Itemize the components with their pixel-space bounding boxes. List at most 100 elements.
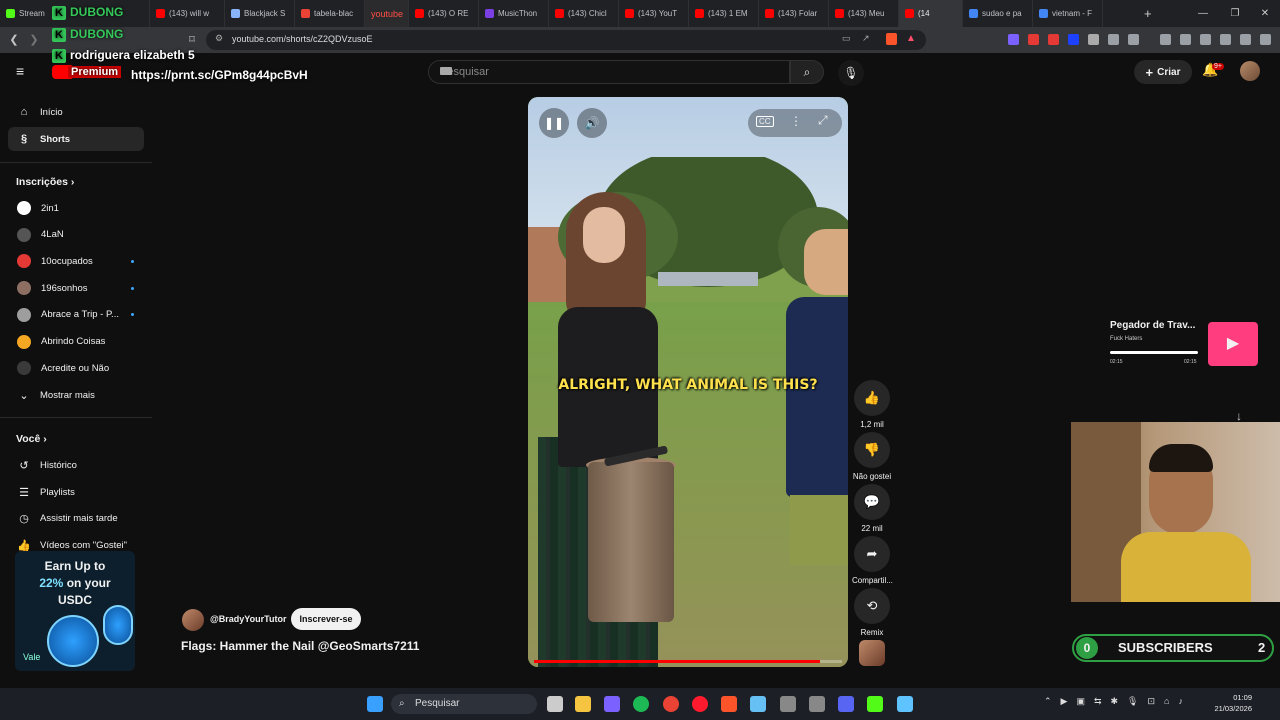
sidebar-icon[interactable] <box>1180 34 1191 45</box>
sidebar-item-channel[interactable]: Acredite ou Não <box>8 356 144 380</box>
browser-tab[interactable]: (14 <box>899 0 963 27</box>
dislike-icon[interactable]: 👎 <box>854 432 890 468</box>
sidebar-item-channel[interactable]: 4LaN <box>8 223 144 247</box>
browser-tab[interactable]: (143) Folar <box>759 0 829 27</box>
wallet-icon[interactable] <box>1200 34 1211 45</box>
subscribe-button[interactable]: Inscrever-se <box>291 608 361 630</box>
sidebar-item-channel[interactable]: 2in1 <box>8 196 144 220</box>
chrome-icon[interactable] <box>663 696 679 712</box>
you-header[interactable]: Você › <box>16 433 47 445</box>
avatar[interactable] <box>1240 61 1260 81</box>
brave-vpn-icon[interactable] <box>1240 34 1251 45</box>
spotify-icon[interactable] <box>633 696 649 712</box>
new-tab-button[interactable]: + <box>1144 6 1152 21</box>
dislike-action[interactable]: 👎 Não gostei <box>852 432 892 481</box>
brave-icon[interactable] <box>721 696 737 712</box>
browser-tab[interactable]: (143) 1 EM <box>689 0 759 27</box>
share-action[interactable]: ➦ Compartil... <box>852 536 893 585</box>
extensions-puzzle-icon[interactable] <box>1108 34 1119 45</box>
video-progress-bar[interactable] <box>534 660 842 663</box>
sidebar-item-watch-later[interactable]: ◷ Assistir mais tarde <box>8 506 144 530</box>
task-view-icon[interactable] <box>547 696 563 712</box>
browser-tab[interactable]: sudao e pa <box>963 0 1033 27</box>
channel-name[interactable]: @BradyYourTutor <box>210 614 286 624</box>
pause-button[interactable]: ❚❚ <box>539 108 569 138</box>
remix-action[interactable]: ⟲ Remix <box>852 588 892 637</box>
extension-icon[interactable] <box>1048 34 1059 45</box>
subscriptions-header[interactable]: Inscrições › <box>16 176 74 188</box>
app-icon[interactable] <box>604 696 620 712</box>
sidebar-item-playlists[interactable]: ☰ Playlists <box>8 480 144 504</box>
kick-app-icon[interactable] <box>867 696 883 712</box>
channel-avatar[interactable] <box>182 609 204 631</box>
taskbar-clock[interactable]: 01:09 21/03/2026 <box>1200 692 1252 714</box>
share-icon[interactable]: ↗ <box>862 33 870 44</box>
extension-icon[interactable] <box>1068 34 1079 45</box>
volume-button[interactable]: 🔊 <box>577 108 607 138</box>
brave-shield-icon[interactable] <box>886 33 897 45</box>
browser-tab[interactable]: (143) Meu <box>829 0 899 27</box>
channel-avatar <box>17 281 31 296</box>
sound-avatar[interactable] <box>859 640 885 666</box>
windows-start-icon[interactable] <box>367 696 383 712</box>
music-icon[interactable] <box>1160 34 1171 45</box>
extension-icon[interactable] <box>1220 34 1231 45</box>
sidebar-item-shorts[interactable]: § Shorts <box>8 127 144 151</box>
tab-label: youtube <box>371 8 404 19</box>
browser-tab[interactable]: (143) Chicl <box>549 0 619 27</box>
extension-icon[interactable] <box>1028 34 1039 45</box>
search-button[interactable]: ⌕ <box>790 60 824 84</box>
minimize-button[interactable]: — <box>1186 0 1220 27</box>
tab-label: (143) 1 EM <box>708 9 748 18</box>
sidebar-item-channel[interactable]: Abrace a Trip - P... <box>8 303 144 327</box>
extension-icon[interactable] <box>1128 34 1139 45</box>
menu-icon[interactable] <box>1260 34 1271 45</box>
extension-icon[interactable] <box>1008 34 1019 45</box>
more-options-icon[interactable]: ⋮ <box>790 114 802 128</box>
like-action[interactable]: 👍 1,2 mil <box>852 380 892 429</box>
comment-icon[interactable]: 💬 <box>854 484 890 520</box>
brave-rewards-icon[interactable]: ▲ <box>906 33 916 44</box>
next-short-button[interactable]: ↓ <box>1236 409 1242 423</box>
taskbar-search-input[interactable]: ⌕ Pesquisar <box>391 694 537 714</box>
short-video-player[interactable]: ALRIGHT, WHAT ANIMAL IS THIS? ❚❚ 🔊 CC ⋮ … <box>528 97 848 667</box>
voice-search-button[interactable]: 🎙 <box>838 60 864 86</box>
share-icon[interactable]: ➦ <box>854 536 890 572</box>
remix-icon[interactable]: ⟲ <box>854 588 890 624</box>
captions-icon[interactable]: CC <box>756 116 774 127</box>
browser-tab[interactable]: (143) O RE <box>409 0 479 27</box>
sidebar-item-history[interactable]: ↺ Histórico <box>8 453 144 477</box>
app-icon[interactable] <box>809 696 825 712</box>
sidebar-item-channel[interactable]: 196sonhos <box>8 276 144 300</box>
comments-action[interactable]: 💬 22 mil <box>852 484 892 533</box>
fullscreen-icon[interactable]: ⤢ <box>818 113 828 128</box>
close-window-button[interactable]: ✕ <box>1248 0 1280 27</box>
video-title[interactable]: Flags: Hammer the Nail @GeoSmarts7211 <box>181 639 419 653</box>
back-button[interactable]: ❮ <box>6 32 22 48</box>
maximize-button[interactable]: ❐ <box>1218 0 1252 27</box>
show-more-button[interactable]: ⌄ Mostrar mais <box>8 383 144 407</box>
search-input[interactable]: Pesquisar <box>428 60 790 84</box>
sidebar-item-channel[interactable]: Abrindo Coisas <box>8 330 144 354</box>
browser-tab[interactable]: youtube <box>365 0 409 27</box>
notepad-icon[interactable] <box>897 696 913 712</box>
keyboard-icon[interactable] <box>440 67 452 75</box>
browser-tab[interactable]: MusicThon <box>479 0 549 27</box>
app-icon[interactable] <box>780 696 796 712</box>
hamburger-menu-icon[interactable]: ≡ <box>16 63 24 79</box>
like-icon[interactable]: 👍 <box>854 380 890 416</box>
sidebar-item-channel[interactable]: 10ocupados <box>8 249 144 273</box>
browser-tab[interactable]: vietnam - F <box>1033 0 1103 27</box>
file-explorer-icon[interactable] <box>575 696 591 712</box>
browser-tab[interactable]: (143) YouT <box>619 0 689 27</box>
extension-icon[interactable] <box>1088 34 1099 45</box>
discord-icon[interactable] <box>838 696 854 712</box>
sidebar-item-home[interactable]: ⌂ Início <box>8 100 144 124</box>
opera-icon[interactable] <box>692 696 708 712</box>
steam-icon[interactable] <box>750 696 766 712</box>
create-button[interactable]: + Criar <box>1134 60 1192 84</box>
tab-label: (143) Folar <box>778 9 818 18</box>
install-icon[interactable]: ▭ <box>842 33 851 44</box>
forward-button[interactable]: ❯ <box>26 32 42 48</box>
sidebar-item-label: Vídeos com "Gostei" <box>40 539 128 551</box>
